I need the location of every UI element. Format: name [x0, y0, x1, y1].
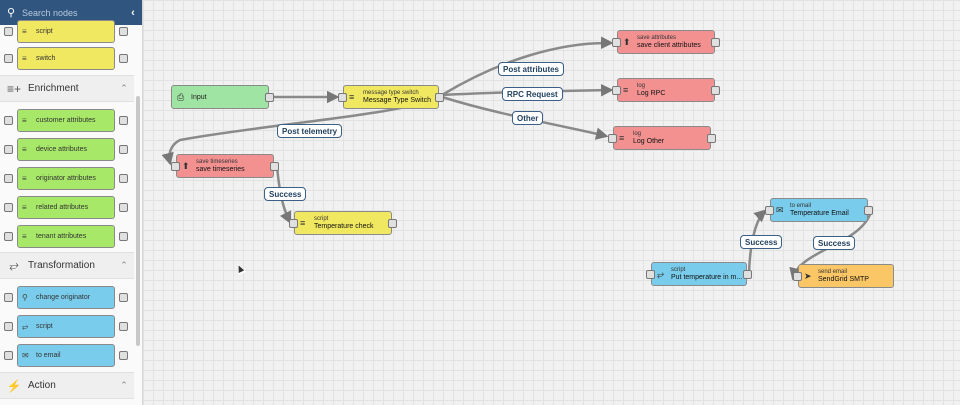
edge-label-post-telemetry[interactable]: Post telemetry [277, 124, 343, 138]
node-type: save timeseries [196, 159, 238, 165]
send-icon: ➤ [804, 270, 812, 281]
input-port[interactable] [338, 93, 347, 102]
node-name: Temperature Email [790, 210, 849, 217]
output-port[interactable] [265, 93, 274, 102]
node-type: log [637, 83, 646, 89]
output-port[interactable] [270, 162, 279, 171]
node-name: Log RPC [637, 90, 666, 97]
edge-label-success[interactable]: Success [740, 235, 783, 249]
input-port[interactable] [612, 86, 621, 95]
input-icon: ⎙ [177, 91, 185, 102]
edge-label-success[interactable]: Success [264, 187, 307, 201]
edge-label-other[interactable]: Other [512, 111, 544, 125]
edge-label-post-attributes[interactable]: Post attributes [498, 62, 565, 76]
input-port[interactable] [171, 162, 180, 171]
upload-icon: ⬆ [182, 160, 190, 171]
output-port[interactable] [435, 93, 444, 102]
rule-node-put-temperature[interactable]: ⥂ script Put temperature in m... [646, 262, 752, 286]
rule-node-log-rpc[interactable]: ≡ log Log RPC [612, 78, 720, 102]
rule-node-to-email[interactable]: ✉ to email Temperature Email [765, 198, 873, 222]
envelope-icon: ✉ [776, 204, 784, 215]
rule-node-save-timeseries[interactable]: ⬆ save timeseries save timeseries [171, 154, 279, 178]
node-type: script [314, 216, 329, 222]
output-port[interactable] [864, 206, 873, 215]
filter-icon: ≡ [349, 92, 355, 102]
node-name: Log Other [633, 138, 665, 145]
upload-icon: ⬆ [623, 36, 631, 47]
input-port[interactable] [608, 134, 617, 143]
node-type: save attributes [637, 35, 677, 41]
input-port[interactable] [612, 38, 621, 47]
input-port[interactable] [289, 219, 298, 228]
input-port[interactable] [793, 272, 802, 281]
list-icon: ≡ [623, 85, 629, 95]
node-title: Input [191, 93, 207, 101]
output-port[interactable] [707, 134, 716, 143]
node-type: to email [790, 203, 812, 209]
input-port[interactable] [646, 270, 655, 279]
rule-node-input[interactable]: ⎙ Input [171, 85, 274, 109]
node-name: Message Type Switch [363, 97, 431, 104]
node-name: Temperature check [314, 223, 374, 230]
rule-node-send-email[interactable]: ➤ send email SendGrid SMTP [793, 264, 894, 288]
list-icon: ≡ [619, 133, 625, 143]
node-type: script [671, 267, 686, 273]
output-port[interactable] [711, 38, 720, 47]
rule-node-save-attributes[interactable]: ⬆ save attributes save client attributes [612, 30, 720, 54]
node-type: send email [818, 269, 848, 275]
output-port[interactable] [743, 270, 752, 279]
rule-node-message-type-switch[interactable]: ≡ message type switch Message Type Switch [338, 85, 444, 109]
input-port[interactable] [765, 206, 774, 215]
node-type: message type switch [363, 90, 419, 96]
rule-node-temperature-check[interactable]: ≡ script Temperature check [289, 211, 397, 235]
filter-icon: ≡ [300, 218, 306, 228]
transformation-icon: ⥂ [657, 268, 665, 279]
node-name: save client attributes [637, 42, 701, 49]
node-type: log [633, 131, 642, 137]
node-name: Put temperature in m... [671, 274, 743, 281]
output-port[interactable] [711, 86, 720, 95]
edge-label-success[interactable]: Success [813, 236, 856, 250]
output-port[interactable] [388, 219, 397, 228]
node-name: SendGrid SMTP [818, 276, 869, 283]
rule-node-log-other[interactable]: ≡ log Log Other [608, 126, 716, 150]
edge-label-rpc-request[interactable]: RPC Request [502, 87, 563, 101]
node-name: save timeseries [196, 166, 245, 173]
